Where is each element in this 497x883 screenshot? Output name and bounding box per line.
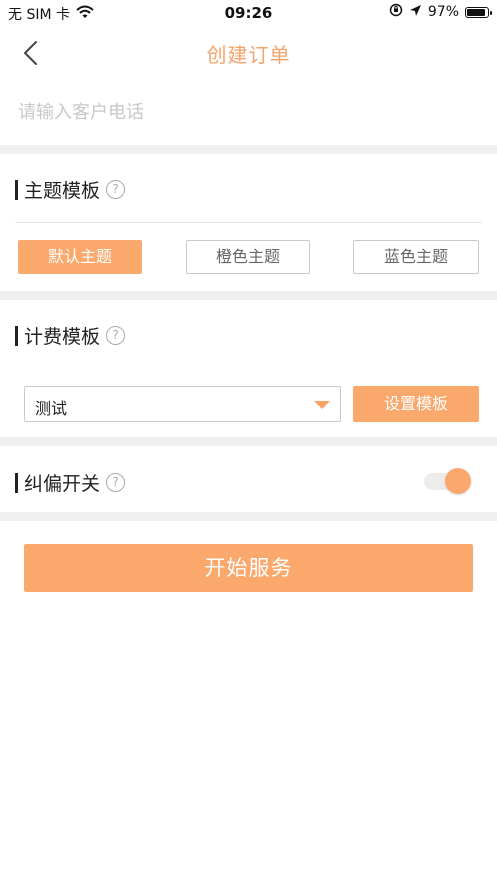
correction-section-label: 纠偏开关	[24, 473, 101, 495]
section-divider	[0, 145, 497, 154]
section-divider	[0, 512, 497, 521]
billing-section-label: 计费模板	[24, 326, 101, 348]
set-template-button[interactable]: 设置模板	[353, 386, 479, 422]
billing-section-title: 计费模板 ?	[15, 322, 126, 349]
correction-toggle[interactable]	[424, 468, 472, 494]
section-divider	[0, 437, 497, 446]
section-marker	[15, 472, 18, 493]
theme-section-title: 主题模板 ?	[15, 176, 126, 203]
section-marker	[15, 179, 18, 200]
billing-template-value: 测试	[35, 399, 68, 418]
start-service-button[interactable]: 开始服务	[24, 544, 473, 592]
phone-row	[0, 84, 497, 144]
theme-option-default[interactable]: 默认主题	[18, 240, 142, 274]
page-title: 创建订单	[206, 43, 291, 67]
rotation-lock-icon	[389, 3, 403, 21]
theme-option-orange[interactable]: 橙色主题	[186, 240, 310, 274]
correction-section-title: 纠偏开关 ?	[15, 469, 126, 496]
section-marker	[15, 325, 18, 346]
customer-phone-input[interactable]	[16, 94, 485, 130]
nav-bar: 创建订单	[0, 26, 497, 80]
status-bar: 无 SIM 卡 09:26 97%	[0, 0, 497, 26]
battery-icon	[465, 6, 492, 18]
location-icon	[409, 4, 422, 21]
theme-option-blue[interactable]: 蓝色主题	[353, 240, 479, 274]
toggle-knob	[445, 468, 471, 494]
billing-template-select[interactable]: 测试	[24, 386, 341, 422]
section-divider	[0, 291, 497, 300]
dropdown-arrow-icon	[314, 401, 330, 409]
theme-section-label: 主题模板	[24, 180, 101, 202]
battery-percent: 97%	[427, 4, 459, 20]
help-icon[interactable]: ?	[106, 473, 126, 492]
help-icon[interactable]: ?	[106, 326, 126, 345]
divider-line	[15, 222, 482, 223]
help-icon[interactable]: ?	[106, 180, 126, 199]
status-right: 97%	[389, 3, 492, 21]
